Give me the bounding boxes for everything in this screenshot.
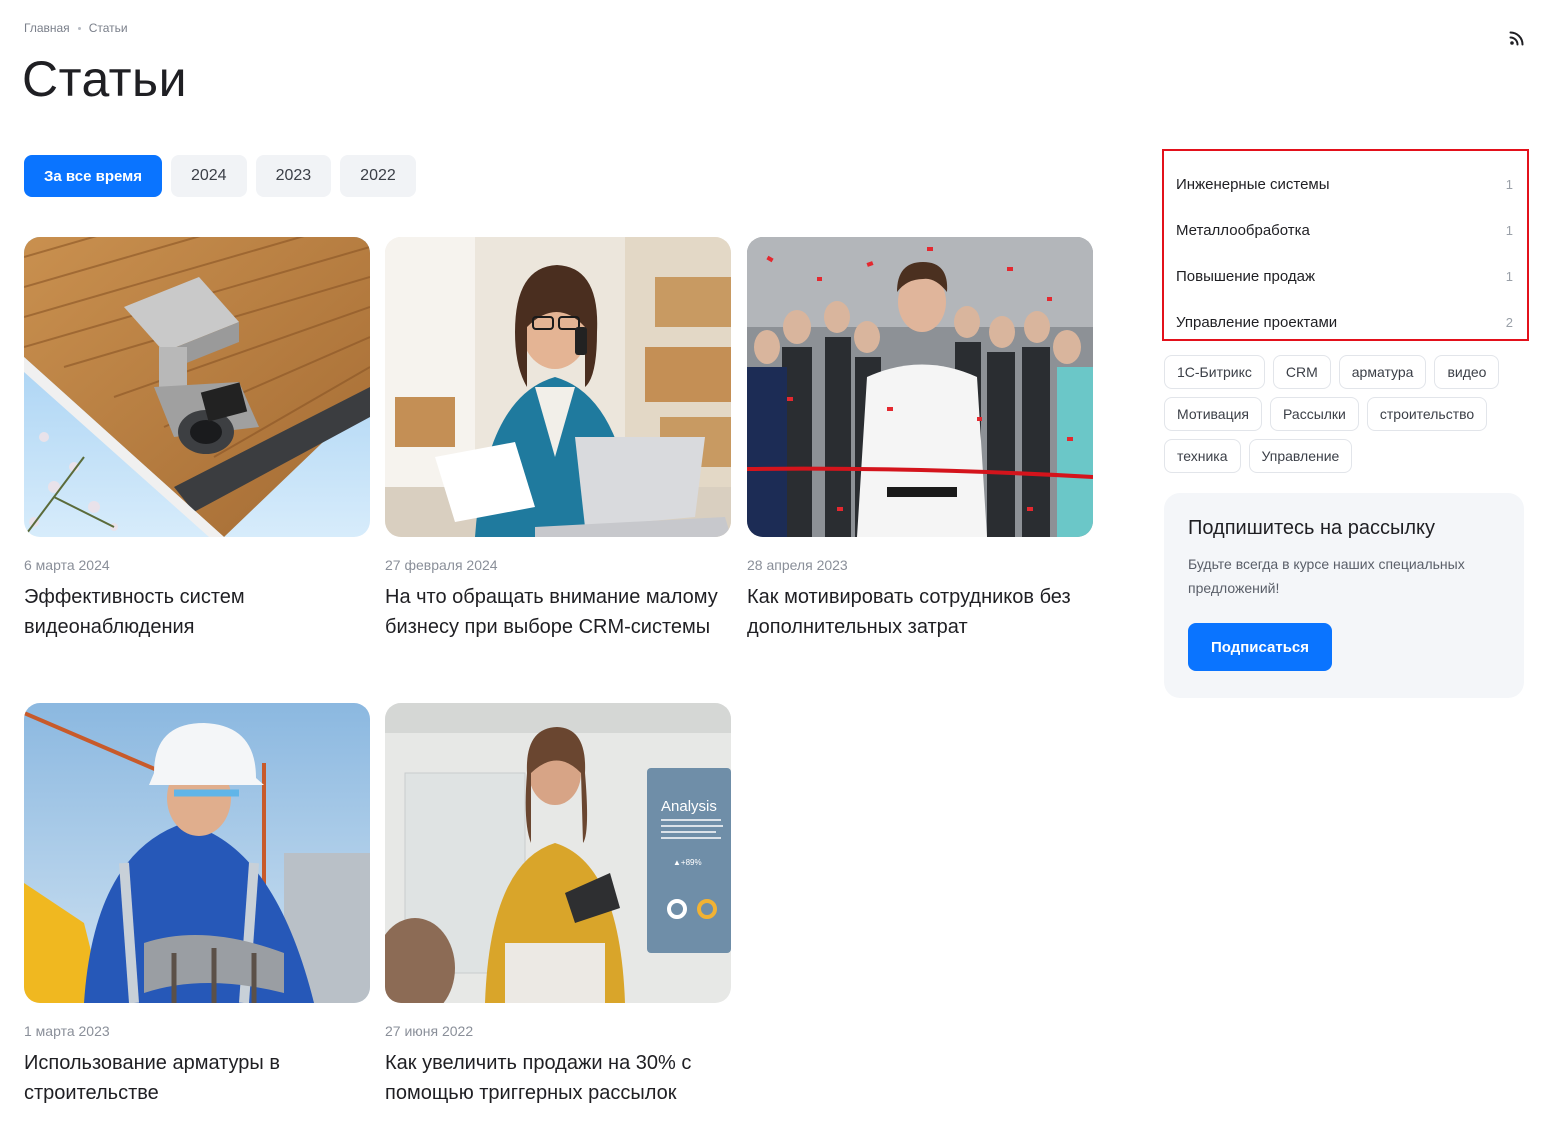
article-date: 1 марта 2023 [24, 1023, 110, 1039]
breadcrumb: Главная Статьи [24, 21, 128, 35]
screen-heading: Analysis [661, 798, 717, 815]
tag[interactable]: Рассылки [1270, 397, 1359, 431]
article-card[interactable]: 27 февраля 2024 На что обращать внимание… [385, 237, 731, 642]
article-card[interactable]: 28 апреля 2023 Как мотивировать сотрудни… [747, 237, 1093, 642]
category-label: Управление проектами [1176, 313, 1338, 331]
tag[interactable]: Мотивация [1164, 397, 1263, 431]
rss-icon[interactable] [1508, 29, 1526, 47]
article-title[interactable]: Как увеличить продажи на 30% с помощью т… [385, 1048, 731, 1108]
page-title: Статьи [22, 51, 188, 107]
article-date: 27 февраля 2024 [385, 557, 498, 573]
category-item[interactable]: Повышение продаж 1 [1176, 253, 1513, 299]
category-item[interactable]: Металлообработка 1 [1176, 207, 1513, 253]
tag[interactable]: арматура [1338, 355, 1427, 389]
article-image-ribbon-cutting[interactable] [747, 237, 1093, 537]
tag[interactable]: техника [1164, 439, 1241, 473]
article-title[interactable]: Как мотивировать сотрудников без дополни… [747, 582, 1093, 642]
article-date: 6 марта 2024 [24, 557, 110, 573]
tag-cloud: 1С-Битрикс CRM арматура видео Мотивация … [1164, 355, 1524, 473]
breadcrumb-home-link[interactable]: Главная [24, 21, 70, 35]
category-count: 1 [1505, 222, 1513, 238]
tag[interactable]: Управление [1248, 439, 1353, 473]
tag[interactable]: CRM [1272, 355, 1331, 389]
tag[interactable]: 1С-Битрикс [1164, 355, 1265, 389]
article-card[interactable]: 1 марта 2023 Использование арматуры в ст… [24, 703, 370, 1108]
article-date: 27 июня 2022 [385, 1023, 474, 1039]
tag[interactable]: строительство [1366, 397, 1488, 431]
filter-2023[interactable]: 2023 [255, 155, 332, 197]
filter-2024[interactable]: 2024 [170, 155, 247, 197]
subscribe-panel: Подпишитесь на рассылку Будьте всегда в … [1164, 493, 1524, 698]
article-image-construction-worker[interactable] [24, 703, 370, 1003]
article-title[interactable]: Эффективность систем видеонаблюдения [24, 582, 370, 642]
article-title[interactable]: Использование арматуры в строительстве [24, 1048, 370, 1108]
breadcrumb-separator [77, 26, 81, 30]
breadcrumb-current: Статьи [88, 21, 128, 35]
article-image-woman-laptop[interactable] [385, 237, 731, 537]
subscribe-button[interactable]: Подписаться [1188, 623, 1332, 671]
tag[interactable]: видео [1434, 355, 1500, 389]
year-filter-tabs: За все время 2024 2023 2022 [24, 155, 416, 197]
category-count: 1 [1505, 268, 1513, 284]
screen-stat: ▲+89% [673, 858, 702, 867]
article-card[interactable]: 6 марта 2024 Эффективность систем видеон… [24, 237, 370, 642]
category-item[interactable]: Инженерные системы 1 [1176, 161, 1513, 207]
category-count: 1 [1505, 176, 1513, 192]
category-count: 2 [1505, 314, 1513, 330]
subscribe-title: Подпишитесь на рассылку [1188, 517, 1435, 539]
filter-2022[interactable]: 2022 [340, 155, 416, 197]
category-list: Инженерные системы 1 Металлообработка 1 … [1162, 149, 1529, 341]
filter-all-time[interactable]: За все время [24, 155, 162, 197]
article-title[interactable]: На что обращать внимание малому бизнесу … [385, 582, 731, 642]
category-label: Инженерные системы [1176, 175, 1330, 193]
category-item[interactable]: Управление проектами 2 [1176, 299, 1513, 345]
subscribe-text: Будьте всегда в курсе наших специальных … [1188, 556, 1465, 596]
article-date: 28 апреля 2023 [747, 557, 848, 573]
category-label: Металлообработка [1176, 221, 1310, 239]
article-image-security-camera[interactable] [24, 237, 370, 537]
category-label: Повышение продаж [1176, 267, 1316, 285]
article-image-woman-presentation[interactable]: Analysis ▲+89% [385, 703, 731, 1003]
article-card[interactable]: Analysis ▲+89% 27 июня 2022 Как увеличит… [385, 703, 731, 1108]
